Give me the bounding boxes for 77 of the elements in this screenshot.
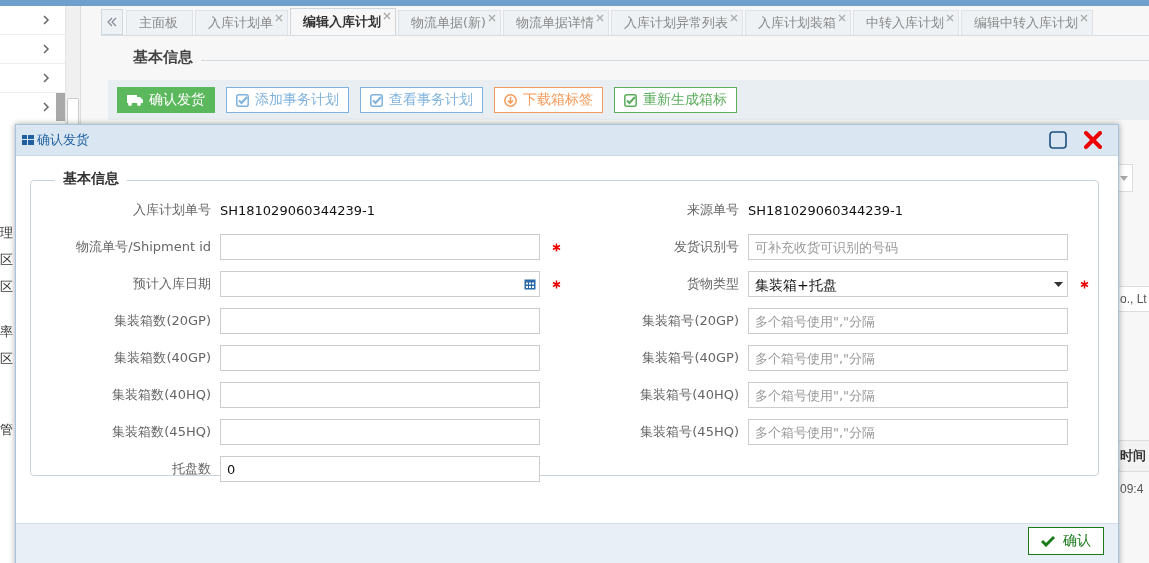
toolbar-button[interactable]: 重新生成箱标: [614, 87, 737, 113]
column-header: 时间: [1118, 440, 1149, 472]
toolbar-button[interactable]: 添加事务计划: [226, 87, 349, 113]
maximize-icon[interactable]: [1049, 131, 1067, 149]
input-field[interactable]: 可补充收货可识别的号码: [748, 234, 1068, 260]
field-label: 集装箱号(40GP): [641, 349, 739, 367]
table-cell: o., Lt: [1117, 286, 1149, 312]
chevron-icon: [43, 15, 50, 25]
input-field[interactable]: [220, 234, 540, 260]
field-label: 集装箱数(20GP): [113, 312, 211, 330]
close-icon: [837, 14, 846, 22]
calendar-icon: [524, 278, 536, 290]
checkbox-icon: [624, 93, 637, 107]
input-field[interactable]: [220, 382, 540, 408]
tab[interactable]: 入库计划异常列表: [610, 10, 743, 35]
truck-icon: [127, 94, 143, 106]
tab[interactable]: 物流单据详情: [502, 10, 609, 35]
tab[interactable]: 编辑中转入库计划: [960, 10, 1093, 35]
download-icon: [504, 93, 517, 107]
table-cell-text: 09:4: [1119, 481, 1145, 498]
caret-down-icon: [1120, 175, 1128, 181]
tab[interactable]: 中转入库计划: [852, 10, 959, 35]
select-field[interactable]: 集装箱+托盘: [748, 271, 1068, 297]
field-label: 发货识别号: [673, 238, 739, 256]
tab[interactable]: 入库计划装箱: [744, 10, 851, 35]
input-field[interactable]: [220, 419, 540, 445]
input-field[interactable]: 0: [220, 456, 540, 482]
close-icon: [275, 14, 283, 22]
field-label: 来源单号: [686, 201, 739, 219]
field-value: SH181029060344239-1: [748, 201, 905, 219]
close-icon: [595, 14, 604, 22]
field-label: 预计入库日期: [132, 275, 211, 293]
field-label: 集装箱号(45HQ): [639, 423, 739, 441]
close-icon: [383, 12, 391, 20]
double-chevron-icon: [107, 17, 117, 27]
input-field[interactable]: [220, 345, 540, 371]
chevron-icon: [43, 44, 50, 54]
input-field[interactable]: 多个箱号使用","分隔: [748, 419, 1068, 445]
confirm-button[interactable]: 确认: [1028, 527, 1104, 555]
tab[interactable]: 编辑入库计划: [290, 8, 396, 35]
field-label: 集装箱数(40HQ): [111, 386, 211, 404]
chevron-icon: [43, 102, 50, 112]
checkbox-icon: [370, 93, 383, 107]
field-label: 入库计划单号: [132, 201, 211, 219]
field-label: 托盘数: [171, 460, 211, 478]
check-icon: [1041, 535, 1055, 547]
field-label: 集装箱号(20GP): [641, 312, 739, 330]
input-field[interactable]: 多个箱号使用","分隔: [748, 308, 1068, 334]
chevron-icon: [43, 73, 50, 83]
input-field[interactable]: 多个箱号使用","分隔: [748, 382, 1068, 408]
field-label: 集装箱号(40HQ): [639, 386, 739, 404]
field-value: SH181029060344239-1: [220, 201, 377, 219]
collapse-button[interactable]: [101, 9, 123, 35]
section-title: 基本信息: [132, 47, 194, 67]
input-field[interactable]: 多个箱号使用","分隔: [748, 345, 1068, 371]
close-icon: [1079, 14, 1088, 22]
tab[interactable]: 主面板: [126, 10, 193, 35]
toolbar-button[interactable]: 查看事务计划: [360, 87, 483, 113]
close-icon: [729, 14, 738, 22]
field-label: 集装箱数(40GP): [113, 349, 211, 367]
toolbar-button[interactable]: 下载箱标签: [494, 87, 603, 113]
grid-icon: [22, 135, 34, 145]
field-label: 货物类型: [686, 275, 739, 293]
close-icon[interactable]: [1084, 131, 1102, 149]
tab[interactable]: 物流单据(新): [398, 10, 501, 35]
close-icon: [487, 14, 496, 22]
toolbar-button[interactable]: 确认发货: [117, 87, 215, 113]
date-field[interactable]: [220, 271, 540, 297]
input-field[interactable]: [220, 308, 540, 334]
caret-down-icon: [1054, 281, 1063, 287]
checkbox-icon: [236, 93, 249, 107]
field-label: 集装箱数(45HQ): [111, 423, 211, 441]
close-icon: [945, 14, 954, 22]
section-title: 基本信息: [55, 170, 127, 188]
dialog-title: 确认发货: [37, 131, 89, 149]
tab[interactable]: 入库计划单: [195, 10, 288, 35]
field-label: 物流单号/Shipment id: [75, 238, 211, 256]
